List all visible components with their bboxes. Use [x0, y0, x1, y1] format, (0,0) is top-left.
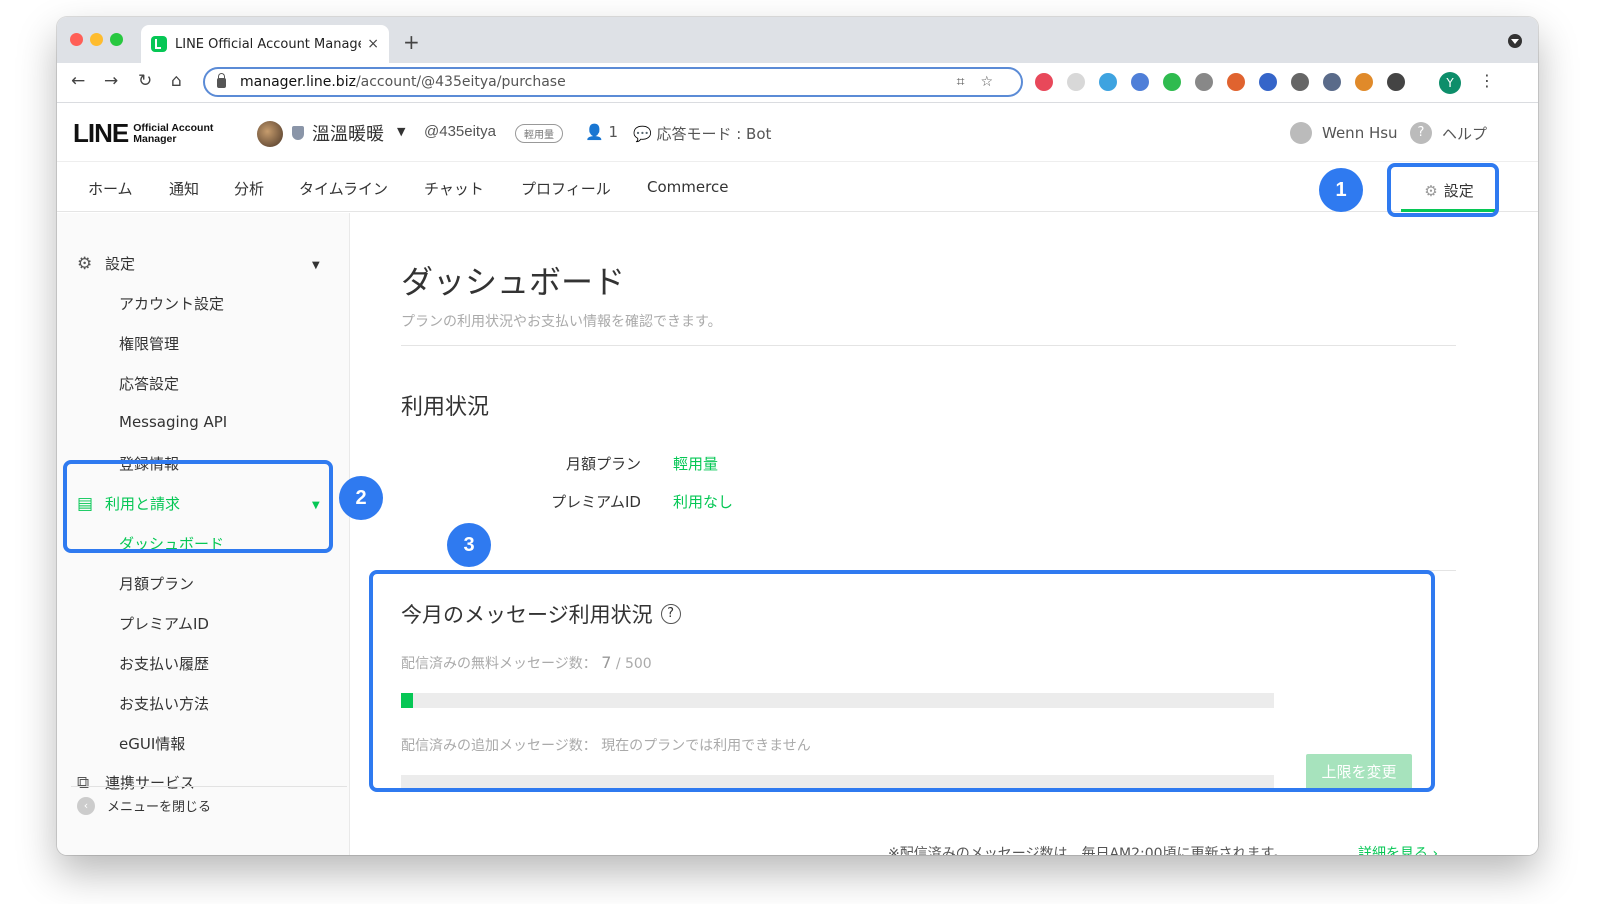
- page-title: ダッシュボード: [401, 263, 626, 301]
- extension-icon[interactable]: [1355, 73, 1373, 91]
- tab-notifications[interactable]: 通知: [169, 178, 199, 199]
- shield-icon: [292, 126, 304, 140]
- sidebar-item-messaging-api[interactable]: Messaging API: [119, 413, 227, 431]
- address-bar[interactable]: manager.line.biz/account/@435eitya/purch…: [203, 67, 1023, 97]
- main-nav: ホーム 通知 分析 タイムライン チャット プロフィール Commerce ⚙ 設…: [57, 163, 1538, 212]
- tab-home[interactable]: ホーム: [88, 178, 133, 199]
- account-avatar[interactable]: [257, 121, 283, 147]
- caret-down-icon[interactable]: ▼: [312, 260, 320, 271]
- extension-icon[interactable]: [1259, 73, 1277, 91]
- tab-timeline[interactable]: タイムライン: [299, 178, 388, 199]
- plan-value[interactable]: 輕用量: [673, 453, 718, 474]
- chat-bubble-icon: 💬: [633, 125, 652, 143]
- callout-box-settings: [1387, 163, 1499, 217]
- maximize-window-button[interactable]: [110, 33, 123, 46]
- sidebar-item-egui-info[interactable]: eGUI情報: [119, 733, 185, 754]
- gear-icon: ⚙: [77, 253, 93, 274]
- sidebar-item-monthly-plan[interactable]: 月額プラン: [119, 573, 194, 594]
- divider: [401, 345, 1456, 346]
- pocket-icon[interactable]: [1067, 73, 1085, 91]
- premium-id-value[interactable]: 利用なし: [673, 491, 733, 512]
- extension-icon[interactable]: [1323, 73, 1341, 91]
- browser-menu-icon[interactable]: ⋮: [1479, 71, 1495, 90]
- line-logo[interactable]: LINE Official Account Manager: [73, 118, 213, 149]
- plan-label: 月額プラン: [565, 455, 641, 473]
- help-icon: ?: [1410, 122, 1432, 144]
- tab-chat[interactable]: チャット: [424, 178, 484, 199]
- extensions-row: [1035, 73, 1405, 91]
- url-text: manager.line.biz/account/@435eitya/purch…: [240, 74, 566, 90]
- callout-box-usage: [369, 570, 1435, 792]
- tab-bar: LINE Official Account Manager × +: [57, 17, 1538, 63]
- reload-icon[interactable]: ↻: [138, 71, 152, 91]
- sidebar-item-payment-history[interactable]: お支払い履歴: [119, 653, 209, 674]
- person-icon: 👤: [585, 123, 604, 141]
- minimize-window-button[interactable]: [90, 33, 103, 46]
- page-subtitle: プランの利用状況やお支払い情報を確認できます。: [401, 314, 722, 330]
- browser-tab[interactable]: LINE Official Account Manager ×: [141, 25, 389, 63]
- caret-down-icon[interactable]: ▼: [397, 125, 405, 138]
- collapse-menu-button[interactable]: ‹ メニューを閉じる: [77, 796, 211, 815]
- tab-commerce[interactable]: Commerce: [647, 178, 728, 196]
- user-icon: [1290, 122, 1312, 144]
- tab-title: LINE Official Account Manager: [175, 36, 362, 52]
- app-header: LINE Official Account Manager 溫溫暖暖 ▼ @435…: [57, 104, 1538, 162]
- new-tab-button[interactable]: +: [403, 30, 420, 54]
- friend-count: 👤 1: [585, 123, 619, 141]
- account-id: @435eitya: [424, 123, 496, 140]
- usage-section-title: 利用状況: [401, 395, 490, 420]
- extension-icon[interactable]: [1227, 73, 1245, 91]
- callout-box-billing: [63, 460, 333, 553]
- see-details-link[interactable]: 詳細を見る ›: [1358, 843, 1438, 855]
- lock-icon: [217, 73, 226, 88]
- tab-analytics[interactable]: 分析: [234, 178, 264, 199]
- help-menu[interactable]: ? ヘルプ: [1410, 122, 1487, 144]
- profile-avatar[interactable]: Y: [1439, 72, 1461, 94]
- browser-toolbar: ← → ↻ ⌂ manager.line.biz/account/@435eit…: [57, 63, 1538, 103]
- chevron-left-icon: ‹: [77, 796, 95, 815]
- extension-icon[interactable]: [1291, 73, 1309, 91]
- sidebar-item-permissions[interactable]: 権限管理: [119, 333, 179, 354]
- callout-number: 3: [447, 523, 491, 567]
- sidebar-section-linked-services[interactable]: ⧉ 連携サービス: [77, 772, 195, 793]
- sidebar-item-premium-id[interactable]: プレミアムID: [119, 613, 209, 634]
- home-icon[interactable]: ⌂: [171, 71, 182, 91]
- extension-icon[interactable]: [1131, 73, 1149, 91]
- response-mode[interactable]: 💬 応答モード : Bot: [633, 123, 771, 144]
- callout-number: 2: [339, 476, 383, 520]
- close-window-button[interactable]: [70, 33, 83, 46]
- tab-search-icon[interactable]: [1508, 34, 1522, 48]
- chevron-right-icon: ›: [1432, 846, 1439, 855]
- premium-id-label: プレミアムID: [551, 493, 641, 511]
- sidebar-divider: [71, 786, 347, 787]
- sidebar-item-payment-method[interactable]: お支払い方法: [119, 693, 209, 714]
- sidebar-item-response-settings[interactable]: 応答設定: [119, 373, 179, 394]
- sidebar-item-account-settings[interactable]: アカウント設定: [119, 293, 224, 314]
- browser-window: LINE Official Account Manager × + ← → ↻ …: [57, 17, 1538, 855]
- account-name[interactable]: 溫溫暖暖: [312, 120, 384, 146]
- evernote-icon[interactable]: [1163, 73, 1181, 91]
- forward-arrow-icon[interactable]: →: [104, 71, 118, 91]
- tab-close-icon[interactable]: ×: [367, 36, 379, 52]
- cloud-icon[interactable]: [1099, 73, 1117, 91]
- update-footnote: ※配信済みのメッセージ数は、毎日AM2:00頃に更新されます。: [888, 846, 1288, 855]
- camera-icon[interactable]: [1195, 73, 1213, 91]
- extension-icon[interactable]: [1035, 73, 1053, 91]
- callout-number: 1: [1319, 168, 1363, 212]
- bookmark-star-icon[interactable]: ⌗☆: [957, 74, 1009, 90]
- puzzle-icon: ⧉: [77, 772, 90, 793]
- plan-badge: 輕用量: [515, 124, 563, 143]
- user-menu[interactable]: Wenn Hsu: [1290, 122, 1398, 144]
- tab-profile[interactable]: プロフィール: [521, 178, 611, 199]
- back-arrow-icon[interactable]: ←: [71, 71, 85, 91]
- line-favicon-icon: [151, 36, 167, 52]
- puzzle-icon[interactable]: [1387, 73, 1405, 91]
- sidebar-section-settings[interactable]: ⚙ 設定: [77, 253, 135, 274]
